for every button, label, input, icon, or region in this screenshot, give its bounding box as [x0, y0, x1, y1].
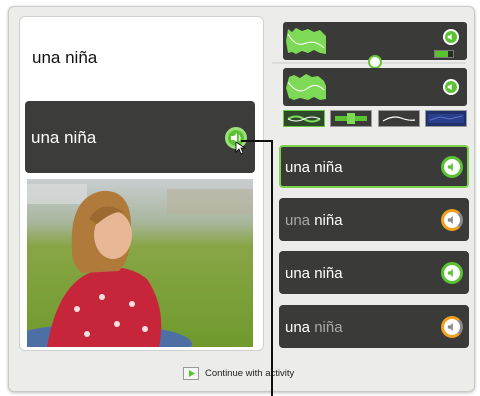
speaker-icon	[447, 322, 453, 332]
view-mode-pitch[interactable]	[378, 110, 420, 127]
speaker-icon	[447, 268, 453, 278]
choice-2-speaker-button[interactable]	[441, 209, 463, 231]
waveform-graphic	[286, 74, 326, 100]
speaker-recording-button[interactable]	[443, 79, 459, 95]
choice-1[interactable]: una niña	[279, 145, 469, 188]
choice-2[interactable]: una niña	[279, 198, 469, 241]
choice-label: una niña	[285, 212, 343, 229]
answer-card[interactable]: una niña	[25, 101, 255, 173]
girl-photo	[27, 179, 253, 347]
view-mode-waveform-pitch[interactable]	[283, 110, 325, 127]
speaker-native-button[interactable]	[443, 29, 459, 45]
speaker-icon	[447, 215, 453, 225]
prompt-word: una niña	[32, 48, 98, 67]
choice-4-speaker-button[interactable]	[441, 316, 463, 338]
speaker-icon	[447, 33, 452, 41]
speaker-icon	[447, 162, 453, 172]
continue-button[interactable]: Continue with activity	[183, 367, 294, 380]
play-icon	[183, 367, 199, 380]
volume-meter	[434, 50, 454, 58]
view-mode-spectrogram[interactable]	[425, 110, 467, 127]
mouse-cursor-icon	[235, 141, 245, 155]
callout-line	[241, 140, 272, 142]
view-mode-waveform[interactable]	[330, 110, 372, 127]
choice-label: una niña	[285, 319, 343, 336]
answer-card-label: una niña	[31, 128, 97, 147]
choice-label: una niña	[285, 265, 343, 282]
continue-label: Continue with activity	[205, 368, 295, 379]
choice-1-speaker-button[interactable]	[441, 156, 463, 178]
choice-4[interactable]: una niña	[279, 305, 469, 348]
speaker-icon	[447, 83, 452, 91]
choice-label: una niña	[285, 159, 343, 176]
choice-3[interactable]: una niña	[279, 251, 469, 294]
playback-slider-knob[interactable]	[368, 55, 382, 69]
callout-line	[271, 140, 273, 396]
waveform-graphic	[286, 28, 326, 54]
choice-3-speaker-button[interactable]	[441, 262, 463, 284]
waveform-recording[interactable]	[283, 68, 467, 106]
